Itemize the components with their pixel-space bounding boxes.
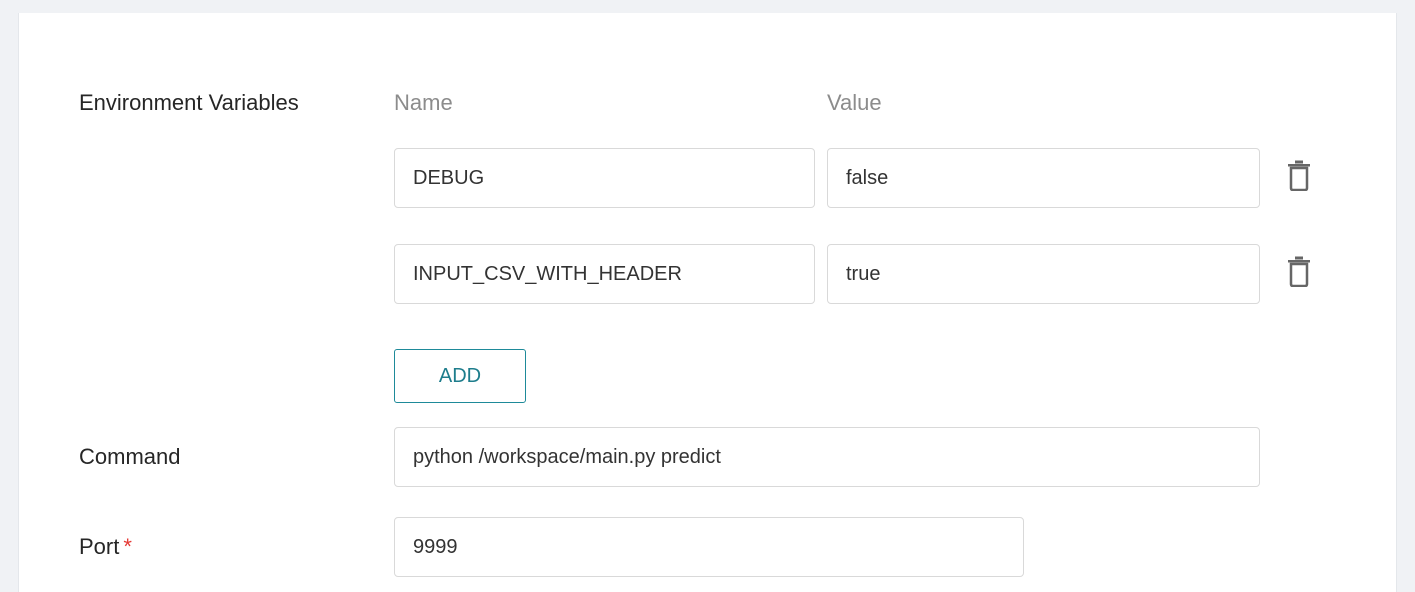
env-value-input[interactable] (827, 244, 1260, 304)
env-vars-label: Environment Variables (79, 90, 299, 115)
command-input[interactable] (394, 427, 1260, 487)
env-name-input[interactable] (394, 244, 815, 304)
form-card: Environment Variables Name Value ADD Com… (18, 13, 1397, 592)
name-column-header: Name (394, 90, 453, 115)
trash-icon[interactable] (1285, 255, 1313, 287)
port-label-text: Port (79, 534, 120, 559)
add-env-var-button[interactable]: ADD (394, 349, 526, 403)
env-value-input[interactable] (827, 148, 1260, 208)
port-input[interactable] (394, 517, 1024, 577)
trash-icon[interactable] (1285, 159, 1313, 191)
required-marker: * (123, 534, 132, 559)
value-column-header: Value (827, 90, 882, 115)
command-label: Command (79, 444, 181, 469)
port-label: Port * (79, 534, 132, 560)
env-name-input[interactable] (394, 148, 815, 208)
